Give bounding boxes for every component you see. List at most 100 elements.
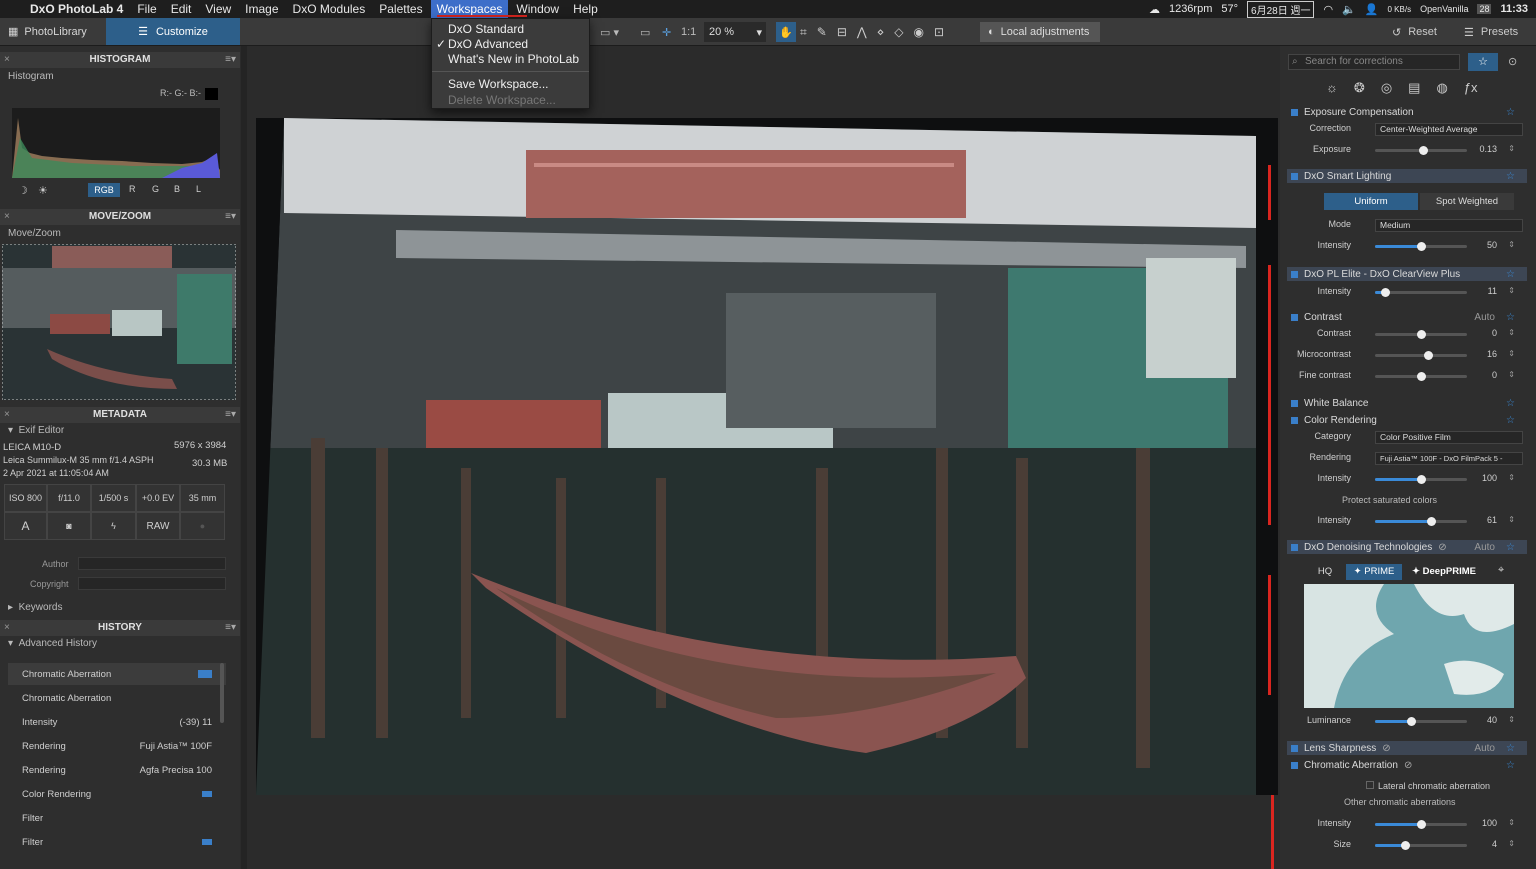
chromatic-aberration-header[interactable]: Chromatic Aberration ⊘ ☆ (1287, 758, 1527, 772)
history-row[interactable]: Chromatic Aberration (8, 687, 226, 709)
cloud-icon[interactable]: ☁ (1149, 3, 1160, 16)
presets-button[interactable]: ☰ Presets (1464, 22, 1518, 42)
channel-rgb[interactable]: RGB (88, 183, 120, 197)
wifi-icon[interactable]: ◠ (1323, 3, 1333, 16)
exposure-compensation-header[interactable]: Exposure Compensation ☆ (1287, 105, 1527, 119)
channel-l[interactable]: L (196, 184, 201, 194)
close-icon[interactable]: × (4, 209, 10, 225)
navigator-thumbnail[interactable] (2, 244, 236, 400)
history-row[interactable]: Intensity (-39) 11 (8, 711, 226, 733)
uniform-button[interactable]: Uniform (1324, 193, 1418, 210)
mode-select[interactable]: Medium (1375, 219, 1523, 232)
image-canvas[interactable] (256, 118, 1278, 795)
stepper-icon[interactable]: ⇕ (1508, 515, 1515, 524)
ca-size-slider[interactable] (1375, 841, 1467, 850)
eyedropper-icon[interactable]: ✎ (817, 25, 827, 39)
enable-toggle[interactable] (1291, 172, 1298, 180)
compare-icon[interactable]: ▭ ▾ (600, 22, 619, 42)
close-icon[interactable]: × (4, 52, 10, 68)
stepper-icon[interactable]: ⇕ (1508, 370, 1515, 379)
denoising-header[interactable]: DxO Denoising Technologies ⊘ Auto ☆ (1287, 540, 1527, 554)
star-icon[interactable]: ☆ (1506, 415, 1515, 426)
stepper-icon[interactable]: ⇕ (1508, 240, 1515, 249)
enable-toggle[interactable] (1291, 744, 1298, 752)
overlay-icon[interactable]: ⊡ (934, 25, 944, 39)
color-rendering-header[interactable]: Color Rendering ☆ (1287, 413, 1527, 427)
contrast-header[interactable]: Contrast Auto ☆ (1287, 310, 1527, 324)
fx-icon[interactable]: ƒx (1464, 80, 1478, 96)
microcontrast-slider[interactable] (1375, 351, 1467, 360)
white-balance-header[interactable]: White Balance ☆ (1287, 396, 1527, 410)
contrast-slider[interactable] (1375, 330, 1467, 339)
menu-icon[interactable]: ≡▾ (225, 620, 236, 636)
ca-intensity-slider[interactable] (1375, 820, 1467, 829)
color-icon[interactable]: ❂ (1354, 80, 1365, 96)
local-adjustments-button[interactable]: ◐ Local adjustments (980, 22, 1100, 42)
volume-icon[interactable]: 🔈 (1342, 3, 1356, 16)
crop-icon[interactable]: ⌗ (800, 25, 807, 40)
star-icon[interactable]: ☆ (1506, 743, 1515, 754)
toggle-icon[interactable]: ⊙ (1508, 55, 1517, 68)
perspective-icon[interactable]: ⋀ (857, 25, 867, 39)
channel-g[interactable]: G (152, 184, 159, 194)
repair-icon[interactable]: ◇ (894, 25, 903, 39)
menu-item-save-workspace[interactable]: Save Workspace... (448, 77, 549, 91)
effects-icon[interactable]: ◍ (1436, 80, 1447, 96)
user-icon[interactable]: 👤 (1365, 3, 1379, 16)
highlight-clip-icon[interactable]: ☀ (38, 184, 48, 197)
menu-item-dxo-standard[interactable]: DxO Standard (448, 22, 524, 36)
menu-file[interactable]: File (137, 2, 156, 16)
history-row[interactable]: Filter (8, 831, 226, 853)
rendering-intensity-slider[interactable] (1375, 475, 1467, 484)
prime-button[interactable]: ✦ PRIME (1346, 564, 1402, 580)
menu-icon[interactable]: ≡▾ (225, 52, 236, 68)
category-select[interactable]: Color Positive Film (1375, 431, 1523, 444)
eye-off-icon[interactable]: ⊘ (1404, 760, 1412, 771)
geometry-icon[interactable]: ▤ (1408, 80, 1420, 96)
tab-photolibrary[interactable]: ▦ PhotoLibrary (0, 18, 106, 45)
star-icon[interactable]: ☆ (1506, 312, 1515, 323)
history-row[interactable]: Filter (8, 807, 226, 829)
copyright-field[interactable] (78, 577, 226, 590)
history-row[interactable]: Chromatic Aberration (8, 663, 226, 685)
temperature[interactable]: 57° (1221, 3, 1238, 15)
star-icon[interactable]: ☆ (1506, 760, 1515, 771)
enable-toggle[interactable] (1291, 543, 1298, 551)
enable-toggle[interactable] (1291, 108, 1298, 116)
history-row[interactable]: Color Rendering (8, 783, 226, 805)
stepper-icon[interactable]: ⇕ (1508, 818, 1515, 827)
deepprime-button[interactable]: ✦ DeepPRIME (1406, 564, 1482, 580)
favorites-star-icon[interactable]: ☆ (1468, 53, 1498, 71)
search-input[interactable]: ⌕ Search for corrections (1288, 54, 1460, 70)
ratio-1-1[interactable]: 1:1 (681, 22, 696, 42)
menu-edit[interactable]: Edit (171, 2, 192, 16)
left-splitter[interactable] (241, 46, 247, 869)
smart-lighting-header[interactable]: DxO Smart Lighting ☆ (1287, 169, 1527, 183)
enable-toggle[interactable] (1291, 270, 1298, 278)
tab-customize[interactable]: ☰ Customize (106, 18, 240, 45)
smart-intensity-slider[interactable] (1375, 242, 1467, 251)
history-row[interactable]: Rendering Fuji Astia™ 100F (8, 735, 226, 757)
channel-r[interactable]: R (129, 184, 136, 194)
star-icon[interactable]: ☆ (1506, 269, 1515, 280)
zoom-select[interactable]: 20 % ▾ (704, 22, 766, 42)
menu-window[interactable]: Window (516, 2, 559, 16)
exposure-slider[interactable] (1375, 146, 1467, 155)
horizon-icon[interactable]: ⊟ (837, 25, 847, 39)
fit-icon[interactable]: ▭ (640, 22, 650, 42)
enable-toggle[interactable] (1291, 761, 1298, 769)
menu-icon[interactable]: ≡▾ (225, 209, 236, 225)
spot-weighted-button[interactable]: Spot Weighted (1420, 193, 1514, 210)
detail-icon[interactable]: ◎ (1381, 80, 1392, 96)
shadow-clip-icon[interactable]: ☽ (18, 184, 28, 197)
stepper-icon[interactable]: ⇕ (1508, 349, 1515, 358)
app-name-menu[interactable]: DxO PhotoLab 4 (30, 2, 123, 16)
menu-dxo-modules[interactable]: DxO Modules (293, 2, 366, 16)
lens-sharpness-header[interactable]: Lens Sharpness ⊘ Auto ☆ (1287, 741, 1527, 755)
fine-contrast-slider[interactable] (1375, 372, 1467, 381)
enable-toggle[interactable] (1291, 399, 1298, 407)
lateral-ca-checkbox[interactable]: Lateral chromatic aberration (1366, 781, 1490, 791)
star-icon[interactable]: ☆ (1506, 171, 1515, 182)
rendering-select[interactable]: Fuji Astia™ 100F - DxO FilmPack 5 - (1375, 452, 1523, 465)
enable-toggle[interactable] (1291, 313, 1298, 321)
